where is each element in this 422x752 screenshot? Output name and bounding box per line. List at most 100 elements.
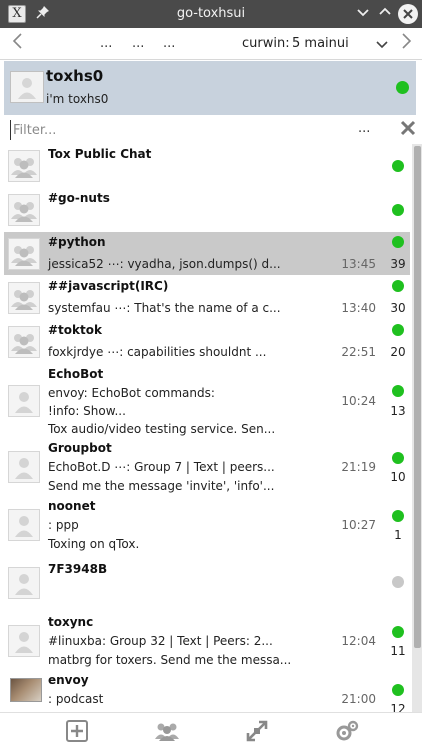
contact-name: Tox Public Chat xyxy=(48,147,152,161)
contact-timestamp: 12:04 xyxy=(341,634,376,648)
bottom-toolbar xyxy=(0,712,422,752)
contact-item[interactable]: envoy: podcast 21:00 12 xyxy=(4,670,410,716)
contact-name: #toktok xyxy=(48,323,102,337)
unread-count: 11 xyxy=(390,644,406,658)
contact-timestamp: 13:40 xyxy=(341,301,376,315)
group-avatar-icon xyxy=(8,282,40,314)
forward-arrow-icon[interactable] xyxy=(396,32,418,56)
nav-menu-3[interactable]: ... xyxy=(163,36,175,51)
contact-name: EchoBot xyxy=(48,367,104,381)
contact-message: Toxing on qTox. xyxy=(48,537,140,551)
contact-name: noonet xyxy=(48,499,96,513)
navigation-bar: ... ... ... curwin: 5 mainui xyxy=(0,28,422,60)
filter-menu[interactable]: ... xyxy=(358,121,370,136)
title-bar: X go-toxhsui xyxy=(0,0,422,28)
online-status-icon xyxy=(392,684,404,696)
unread-count: 39 xyxy=(390,257,406,271)
self-name[interactable]: toxhs0 xyxy=(46,67,103,85)
contact-item[interactable]: Groupbot EchoBot.D ⋯: Group 7 | Text | pe… xyxy=(4,438,410,496)
unread-count: 30 xyxy=(390,301,406,315)
self-profile[interactable]: toxhs0 i'm toxhs0 xyxy=(4,61,416,115)
contact-name: #python xyxy=(48,235,106,249)
online-status-icon xyxy=(392,160,404,172)
contact-message: : ppp xyxy=(48,518,79,532)
group-avatar-icon xyxy=(8,238,40,270)
contact-message: Send me the message 'invite', 'info'... xyxy=(48,479,275,493)
friend-avatar-icon xyxy=(8,451,40,483)
curwin-select-value: 5 mainui xyxy=(292,36,349,51)
contact-message: #linuxba: Group 32 | Text | Peers: 2... xyxy=(48,634,273,648)
group-avatar-icon xyxy=(8,150,40,182)
contact-item[interactable]: EchoBot envoy: EchoBot commands: !info: Sh… xyxy=(4,364,410,438)
contact-message: envoy: EchoBot commands: xyxy=(48,386,215,400)
contact-item[interactable]: #python jessica52 ⋯: vyadha, json.dumps()… xyxy=(4,232,410,275)
pin-icon[interactable] xyxy=(34,5,52,23)
contact-item[interactable]: Tox Public Chat xyxy=(4,144,410,188)
unread-count: 20 xyxy=(390,345,406,359)
file-transfers-icon[interactable] xyxy=(243,719,271,745)
contact-name: ##javascript(IRC) xyxy=(48,279,169,293)
online-status-icon xyxy=(392,324,404,336)
close-button[interactable] xyxy=(398,4,418,24)
contact-name: Groupbot xyxy=(48,441,112,455)
offline-status-icon xyxy=(392,576,404,588)
contact-message: : podcast xyxy=(48,692,104,706)
friend-avatar-icon xyxy=(8,509,40,541)
contact-list-scrollbar[interactable] xyxy=(412,144,422,716)
contact-item[interactable]: #toktok foxkjrdye ⋯: capabilities shouldn… xyxy=(4,320,410,364)
maximize-button[interactable] xyxy=(376,5,394,23)
add-friend-icon[interactable] xyxy=(63,719,91,745)
group-avatar-icon xyxy=(8,326,40,358)
online-status-icon xyxy=(392,280,404,292)
contact-timestamp: 21:00 xyxy=(341,692,376,706)
filter-input[interactable] xyxy=(10,120,350,140)
self-status-message[interactable]: i'm toxhs0 xyxy=(46,92,108,106)
online-status-icon xyxy=(392,236,404,248)
contact-name: #go-nuts xyxy=(48,191,110,205)
curwin-label: curwin: xyxy=(242,36,290,51)
back-arrow-icon[interactable] xyxy=(6,32,28,56)
nav-menu-1[interactable]: ... xyxy=(100,36,112,51)
avatar xyxy=(10,678,42,702)
avatar[interactable] xyxy=(10,71,44,103)
contact-item[interactable]: #go-nuts xyxy=(4,188,410,232)
group-avatar-icon xyxy=(8,194,40,226)
contact-message: systemfau ⋯: That's the name of a c... xyxy=(48,301,281,315)
friend-avatar-icon xyxy=(8,625,40,657)
gear-icon[interactable] xyxy=(333,719,361,745)
minimize-button[interactable] xyxy=(354,5,372,23)
contact-message: EchoBot.D ⋯: Group 7 | Text | peers... xyxy=(48,460,275,474)
contact-message: matbrg for toxers. Send me the messa... xyxy=(48,653,292,667)
contact-timestamp: 10:27 xyxy=(341,518,376,532)
online-status-icon[interactable] xyxy=(396,81,409,94)
x-app-icon[interactable]: X xyxy=(8,5,26,23)
chevron-down-icon xyxy=(376,34,388,58)
online-status-icon xyxy=(392,385,404,397)
unread-count: 13 xyxy=(390,404,406,418)
contact-name: toxync xyxy=(48,615,94,629)
contact-timestamp: 22:51 xyxy=(341,345,376,359)
contact-name: 7F3948B xyxy=(48,562,108,576)
contact-message: foxkjrdye ⋯: capabilities shouldnt ... xyxy=(48,345,267,359)
curwin-select[interactable]: 5 mainui xyxy=(288,34,392,56)
contact-name: envoy xyxy=(48,673,89,687)
contact-item[interactable]: 7F3948B xyxy=(4,554,410,612)
contact-item[interactable]: toxync #linuxba: Group 32 | Text | Peers:… xyxy=(4,612,410,670)
groups-icon[interactable] xyxy=(153,719,181,745)
contact-timestamp: 13:45 xyxy=(341,257,376,271)
contact-message: Tox audio/video testing service. Sen... xyxy=(48,422,276,436)
contact-list: Tox Public Chat #go-nuts #python jessica52 … xyxy=(0,144,422,716)
unread-count: 10 xyxy=(390,470,406,484)
contact-message: !info: Show... xyxy=(48,404,126,418)
friend-avatar-icon xyxy=(8,385,40,417)
clear-filter-icon[interactable] xyxy=(398,119,418,139)
contact-item[interactable]: noonet: ppp Toxing on qTox. 10:27 1 xyxy=(4,496,410,554)
filter-bar: ... xyxy=(8,118,416,142)
scrollbar-thumb[interactable] xyxy=(414,146,421,648)
contact-message: jessica52 ⋯: vyadha, json.dumps() d... xyxy=(48,257,281,271)
online-status-icon xyxy=(392,452,404,464)
nav-menu-2[interactable]: ... xyxy=(132,36,144,51)
online-status-icon xyxy=(392,626,404,638)
contact-item[interactable]: ##javascript(IRC) systemfau ⋯: That's the… xyxy=(4,276,410,320)
online-status-icon xyxy=(392,204,404,216)
